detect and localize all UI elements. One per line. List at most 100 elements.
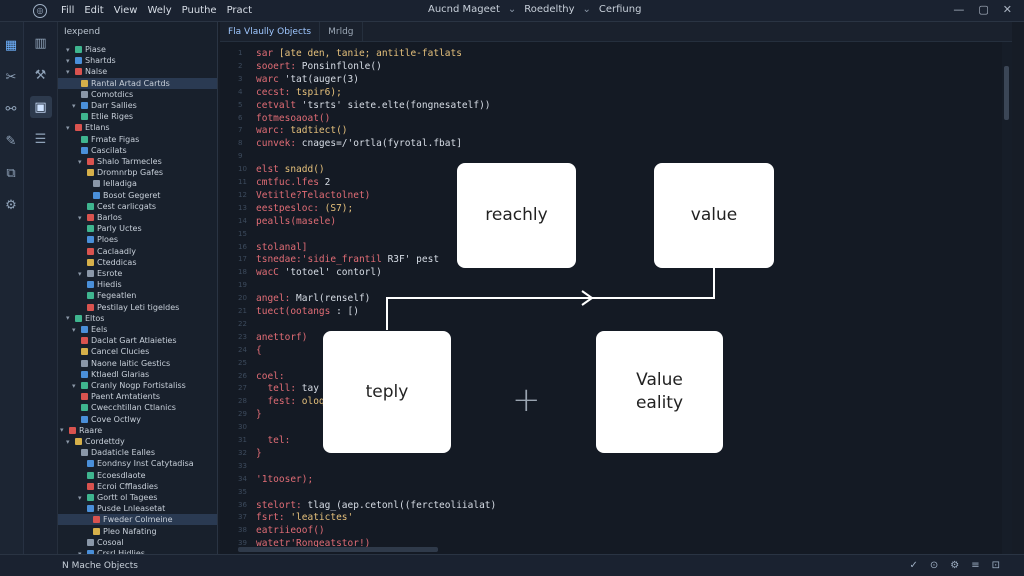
- code-line[interactable]: fsrt: 'leatictes': [256, 512, 353, 523]
- tree-item[interactable]: Pestilay Leti tigeldes: [78, 302, 179, 313]
- list-icon[interactable]: ☰: [30, 128, 52, 150]
- tree-item[interactable]: ▾ Gortt ol Tagees: [78, 492, 157, 503]
- code-line[interactable]: tel:: [256, 435, 290, 446]
- menu-pract[interactable]: Pract: [227, 5, 253, 16]
- tree-item[interactable]: ▾ Shalo Tarmecles: [78, 156, 162, 167]
- package-icon[interactable]: ⚒: [30, 64, 52, 86]
- tree-item[interactable]: Ecoesdlaote: [78, 470, 146, 481]
- code-line[interactable]: stolanal]: [256, 242, 307, 253]
- code-line[interactable]: anettorf): [256, 332, 307, 343]
- tree-item[interactable]: Ktlaedl Glarias: [72, 369, 149, 380]
- node-value[interactable]: value: [654, 163, 774, 268]
- tree-item[interactable]: ▾ Cranly Nogp Fortistaliss: [72, 380, 186, 391]
- chevron-icon[interactable]: ▾: [72, 102, 78, 110]
- code-line[interactable]: Vetitle?Telactolnet): [256, 190, 370, 201]
- explorer-icon[interactable]: ▦: [2, 36, 20, 54]
- code-line[interactable]: tsnedae:'sidie_frantil R3F' pest: [256, 254, 439, 265]
- tree-item[interactable]: ▾ Shartds: [66, 55, 116, 66]
- code-line[interactable]: cetvalt 'tsrts' siete.elte(fongnesatelf)…: [256, 100, 491, 111]
- minimize-button[interactable]: —: [953, 3, 964, 16]
- tree-item[interactable]: ▾ Esrote: [78, 268, 122, 279]
- chevron-icon[interactable]: ▾: [78, 158, 84, 166]
- tree-item[interactable]: ▾ Eltos: [66, 313, 104, 324]
- menu-icon[interactable]: ≡: [971, 560, 979, 571]
- chevron-icon[interactable]: ▾: [78, 494, 84, 502]
- code-line[interactable]: stelort: tlag_(aep.cetonl((fercteoliiala…: [256, 500, 496, 511]
- chevron-icon[interactable]: ▾: [66, 46, 72, 54]
- chevron-icon[interactable]: ▾: [60, 426, 66, 434]
- chevron-icon[interactable]: ▾: [78, 214, 84, 222]
- tree-item[interactable]: Ecroi Cfflasdies: [78, 481, 158, 492]
- scrollbar-thumb[interactable]: [1004, 66, 1009, 120]
- panel-icon[interactable]: ⊡: [992, 560, 1000, 571]
- target-icon[interactable]: ⊙: [930, 560, 938, 571]
- tree-item[interactable]: Bosot Gegeret: [84, 190, 160, 201]
- chevron-down-icon[interactable]: ⌄: [508, 4, 516, 15]
- node-teply[interactable]: teply: [323, 331, 451, 453]
- close-button[interactable]: ✕: [1003, 3, 1012, 16]
- code-line[interactable]: fest: oloq: [256, 396, 324, 407]
- wrench-icon[interactable]: ✂: [2, 68, 20, 86]
- menu-file[interactable]: Fill: [61, 5, 74, 16]
- code-line[interactable]: warc: tadtiect(): [256, 125, 348, 136]
- tree-item[interactable]: Fegeatlen: [78, 290, 136, 301]
- vertical-scrollbar[interactable]: [1002, 42, 1012, 554]
- code-line[interactable]: eestpesloc: (S7);: [256, 203, 353, 214]
- tree-item[interactable]: Etlie Riges: [72, 111, 133, 122]
- tree-item[interactable]: Caclaadly: [78, 246, 136, 257]
- tree-item[interactable]: Ploes: [78, 234, 118, 245]
- settings-icon[interactable]: ⚙: [2, 196, 20, 214]
- tree-item[interactable]: Dadaticle Ealles: [72, 447, 155, 458]
- code-line[interactable]: }: [256, 448, 262, 459]
- tree-item[interactable]: Cteddicas: [78, 257, 137, 268]
- chevron-down-icon[interactable]: ⌄: [583, 4, 591, 15]
- code-line[interactable]: eatriieoof(): [256, 525, 325, 536]
- code-line[interactable]: sar [ate den, tanie; antitle-fatlats: [256, 48, 462, 59]
- code-line[interactable]: wacC 'totoel' contorl): [256, 267, 382, 278]
- tree-item[interactable]: Daclat Gart Atlaieties: [72, 335, 177, 346]
- menu-puuthe[interactable]: Puuthe: [182, 5, 217, 16]
- tree-item[interactable]: ▾ Etlans: [66, 122, 110, 133]
- code-line[interactable]: cmtfuc.lfes 2: [256, 177, 330, 188]
- tree-item[interactable]: Hiedis: [78, 279, 122, 290]
- tree-item[interactable]: Comotdics: [72, 89, 133, 100]
- node-value-eality[interactable]: Value eality: [596, 331, 723, 453]
- extensions-icon[interactable]: ⚯: [2, 100, 20, 118]
- tab-visually-objects[interactable]: Fla Vlaully Objects: [220, 21, 321, 42]
- chevron-icon[interactable]: ▾: [66, 314, 72, 322]
- tree-item[interactable]: Ielladiga: [84, 178, 137, 189]
- chevron-icon[interactable]: ▾: [66, 57, 72, 65]
- tree-item[interactable]: Fmate Figas: [72, 134, 139, 145]
- code-line[interactable]: tuect(ootangs : [): [256, 306, 359, 317]
- code-line[interactable]: sooert: Ponsinflonle(): [256, 61, 382, 72]
- tree-item[interactable]: Rantal Artad Cartds: [58, 77, 217, 89]
- tree-item[interactable]: Naone laitic Gestics: [72, 358, 170, 369]
- title-mode[interactable]: Roedelthy: [524, 4, 574, 15]
- horizontal-scrollbar[interactable]: [238, 547, 438, 552]
- tree-item[interactable]: Dromnrbp Gafes: [78, 167, 163, 178]
- chevron-icon[interactable]: ▾: [72, 382, 78, 390]
- tree-item[interactable]: Paent Amtatients: [72, 391, 160, 402]
- code-line[interactable]: {: [256, 345, 262, 356]
- tree-item[interactable]: Parly Uctes: [78, 223, 142, 234]
- chevron-icon[interactable]: ▾: [66, 438, 72, 446]
- tree-item[interactable]: Fweder Colmeine: [58, 514, 217, 526]
- tree-item[interactable]: Eondnsy Inst Catytadisa: [78, 458, 194, 469]
- menu-edit[interactable]: Edit: [84, 5, 103, 16]
- gear-icon[interactable]: ⚙: [950, 560, 959, 571]
- tree-item[interactable]: ▾ Darr Sallies: [72, 100, 137, 111]
- chevron-icon[interactable]: ▾: [78, 270, 84, 278]
- chevron-icon[interactable]: ▾: [66, 68, 72, 76]
- code-line[interactable]: elst snadd(): [256, 164, 325, 175]
- save-icon[interactable]: ▣: [29, 96, 52, 118]
- check-icon[interactable]: ✓: [909, 560, 917, 571]
- title-config[interactable]: Cerfiung: [599, 4, 642, 15]
- menu-view[interactable]: View: [114, 5, 138, 16]
- maximize-button[interactable]: ▢: [978, 3, 988, 16]
- tree-item[interactable]: Cosoal: [78, 537, 124, 548]
- tab-mrldg[interactable]: Mrldg: [320, 21, 363, 42]
- code-line[interactable]: angel: Marl(renself): [256, 293, 370, 304]
- code-line[interactable]: warc 'tat(auger(3): [256, 74, 359, 85]
- tree-item[interactable]: Pusde Lnleasetat: [78, 503, 165, 514]
- node-reachly[interactable]: reachly: [457, 163, 576, 268]
